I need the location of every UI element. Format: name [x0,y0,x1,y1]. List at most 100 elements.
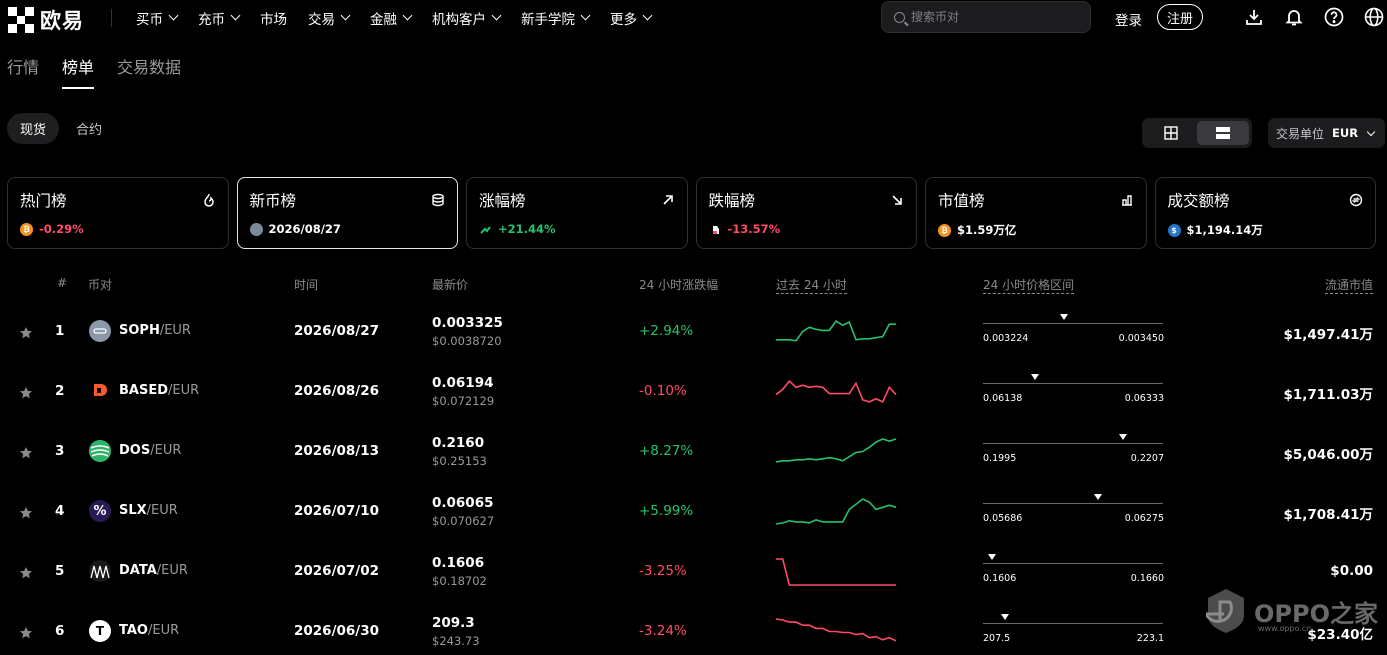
listing-date: 2026/07/10 [294,503,380,519]
ranking-card-title: 跌幅榜 [708,192,756,210]
ranking-cards: 热门榜 ₿ -0.29% 新币榜 2026/08/27 涨幅榜 +21.44% 跌幅榜 -13.… [7,177,1376,249]
tab-trade-data[interactable]: 交易数据 [117,54,181,78]
price-range-24h: 0.1995 0.2207 [983,431,1164,471]
chevron-down-icon [168,10,179,21]
nav-item[interactable]: 更多 [610,8,653,28]
listing-date: 2026/08/27 [294,323,380,339]
ranking-card-value: +21.44% [498,222,556,236]
help-icon[interactable] [1324,7,1344,27]
chevron-down-icon [642,10,653,21]
search-input[interactable] [911,10,1081,24]
sparkline-24h [775,618,897,642]
range-high: 223.1 [1136,633,1164,644]
star-icon[interactable] [19,445,33,459]
chevron-down-icon [402,10,413,21]
register-button[interactable]: 注册 [1157,4,1203,30]
market-cap: $0.00 [1330,563,1373,579]
futures-toggle[interactable]: 合约 [63,113,115,144]
table-row[interactable]: 1 SOPH/EUR 2026/08/27 0.003325 $0.0038720 +2.… [0,301,1387,361]
tab-market[interactable]: 行情 [7,54,39,78]
bell-icon[interactable] [1284,7,1304,27]
range-marker-icon [1119,434,1128,440]
sparkline-path [776,558,896,586]
watermark-url: www.oppo.cn [1258,624,1312,633]
range-low: 0.003224 [983,333,1029,344]
range-track [983,563,1163,564]
brand-logo[interactable]: 欧易 [8,5,84,35]
table-row[interactable]: 5 DATA/EUR 2026/07/02 0.1606 $0.18702 -3.25% 0… [0,541,1387,601]
star-icon[interactable] [19,385,33,399]
nav-item[interactable]: 机构客户 [432,8,502,28]
tab-ranking[interactable]: 榜单 [62,54,95,89]
sparkline-24h [775,379,897,403]
soph-coin-icon [249,222,263,236]
pair-name[interactable]: SLX/EUR [119,503,178,518]
listing-date: 2026/08/26 [294,383,380,399]
nav-item[interactable]: 市场 [260,8,287,28]
pair-name[interactable]: TAO/EUR [119,623,179,638]
star-icon[interactable] [19,625,33,639]
range-track [983,443,1163,444]
listing-date: 2026/07/02 [294,563,380,579]
pair-quote: /EUR [159,323,191,338]
change-24h: +8.27% [639,443,694,459]
ranking-tabs: 行情 榜单 交易数据 [7,54,204,89]
nav-item[interactable]: 充币 [198,8,241,28]
download-icon[interactable] [1244,7,1264,27]
ranking-card[interactable]: 市值榜 ₿ $1.59万亿 [925,177,1147,249]
ranking-card[interactable]: 新币榜 2026/08/27 [236,177,458,249]
header-time: 时间 [294,278,319,292]
range-track [983,623,1163,624]
gainer-coin-icon [479,223,492,236]
table-row[interactable]: 6 T TAO/EUR 2026/06/30 209.3 $243.73 -3.24% 207… [0,601,1387,655]
nav-item[interactable]: 新手学院 [521,8,591,28]
star-icon[interactable] [19,565,33,579]
market-cap: $1,711.03万 [1283,387,1373,403]
pair-name[interactable]: BASED/EUR [119,383,199,398]
pair-name[interactable]: DATA/EUR [119,563,188,578]
nav-item[interactable]: 交易 [308,8,351,28]
search-icon [894,11,905,23]
header-mcap[interactable]: 流通市值 [1324,276,1373,294]
pair-quote: /EUR [147,623,180,638]
star-icon[interactable] [19,325,33,339]
ranking-card-value-row: 2026/08/27 [249,222,446,236]
star-icon[interactable] [19,505,33,519]
search-box[interactable] [881,1,1091,33]
pair-quote: /EUR [146,503,178,518]
table-row[interactable]: 2 BASED/EUR 2026/08/26 0.06194 $0.072129 -0.1… [0,361,1387,421]
ranking-card-value-row: ₿ -0.29% [20,222,216,236]
sparkline-24h [775,438,897,463]
ranking-card-value: -0.29% [39,222,84,236]
ranking-card[interactable]: 跌幅榜 -13.57% [695,177,917,249]
pair-base: TAO [119,623,148,638]
header-change[interactable]: 24 小时涨跌幅 [639,276,718,293]
trade-unit-select[interactable]: 交易单位 EUR [1268,118,1385,148]
flame-icon [202,192,216,207]
nav-item-label: 新手学院 [521,11,575,28]
ranking-card[interactable]: 热门榜 ₿ -0.29% [7,177,229,249]
list-view-button[interactable] [1197,121,1249,145]
price-range-24h: 0.05686 0.06275 [983,491,1164,531]
globe-icon[interactable] [1364,7,1384,27]
ranking-card[interactable]: 成交额榜 $ $1,194.14万 [1154,177,1376,249]
nav-item[interactable]: 金融 [370,8,413,28]
header-trend[interactable]: 过去 24 小时 [776,276,847,294]
coins-stack-icon [431,192,445,207]
listing-date: 2026/06/30 [294,623,380,639]
market-cap: $5,046.00万 [1283,447,1373,463]
chevron-down-icon [491,10,502,21]
header-range[interactable]: 24 小时价格区间 [983,276,1075,294]
login-link[interactable]: 登录 [1115,9,1142,29]
range-track [983,323,1163,324]
bitcoin-coin-icon: ₿ [20,222,33,236]
pair-name[interactable]: SOPH/EUR [119,323,191,338]
last-price-usd: $0.0038720 [432,334,502,348]
table-row[interactable]: 3 DOS/EUR 2026/08/13 0.2160 $0.25153 +8.27% 0.… [0,421,1387,481]
table-row[interactable]: 4% SLX/EUR 2026/07/10 0.06065 $0.070627 +5.99… [0,481,1387,541]
nav-item[interactable]: 买币 [136,8,179,28]
ranking-card[interactable]: 涨幅榜 +21.44% [466,177,688,249]
spot-toggle[interactable]: 现货 [7,113,60,144]
grid-view-button[interactable] [1145,121,1197,145]
pair-name[interactable]: DOS/EUR [119,443,181,458]
